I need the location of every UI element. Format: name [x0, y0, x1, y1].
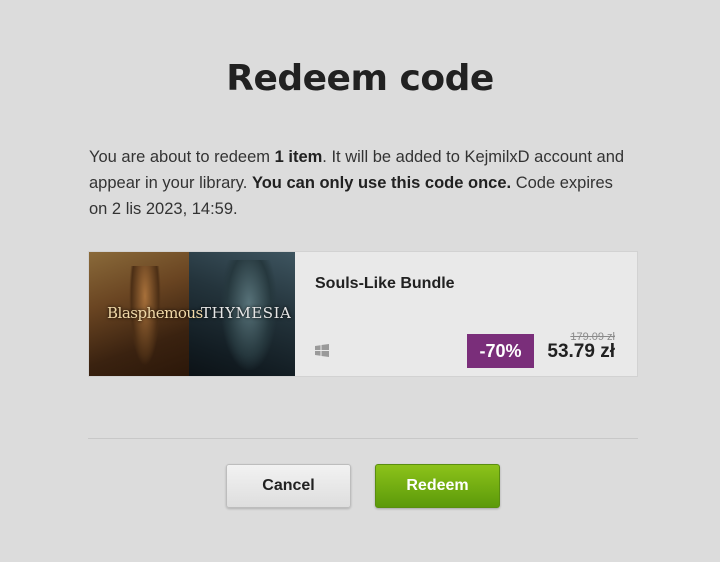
dialog-title: Redeem code	[226, 58, 494, 99]
product-card: Blasphemous THYMESIA Souls-Like Bundle -…	[88, 251, 638, 377]
cover-logo-blasphemous: Blasphemous	[107, 304, 203, 322]
redeem-button[interactable]: Redeem	[375, 464, 500, 508]
cancel-button[interactable]: Cancel	[226, 464, 351, 508]
discounted-price: 53.79 zł	[547, 341, 615, 362]
cover-logo-thymesia: THYMESIA	[201, 304, 292, 322]
product-cover-image: Blasphemous THYMESIA	[89, 252, 295, 376]
discount-badge: -70%	[467, 334, 534, 368]
description-text-1: You are about to redeem	[89, 148, 275, 166]
divider	[88, 438, 638, 439]
dialog-description: You are about to redeem 1 item. It will …	[89, 144, 634, 222]
item-count: 1 item	[274, 148, 323, 166]
single-use-warning: You can only use this code once.	[251, 174, 512, 192]
product-info: Souls-Like Bundle -70% 179.09 zł 53.79 z…	[295, 252, 637, 376]
product-name: Souls-Like Bundle	[315, 275, 455, 292]
redeem-code-dialog: Redeem code You are about to redeem 1 it…	[0, 0, 720, 562]
windows-icon	[315, 344, 329, 357]
